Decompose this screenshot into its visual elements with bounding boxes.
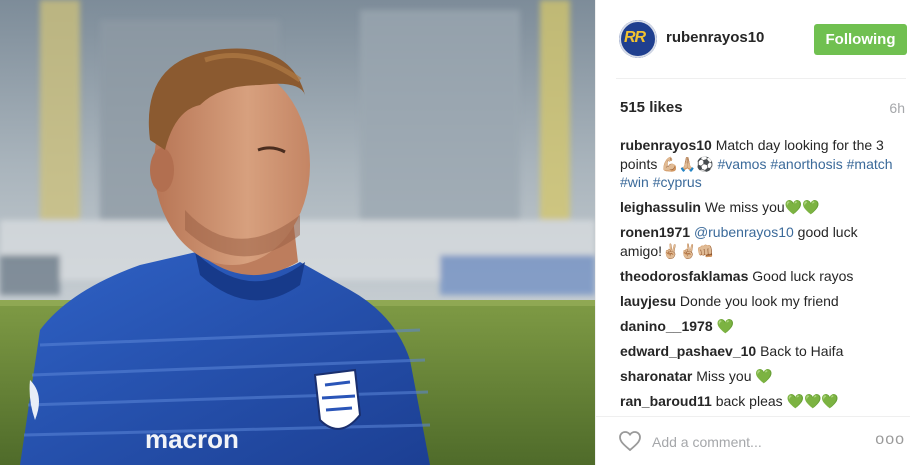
comment-item: danino__1978 💚 xyxy=(620,317,900,336)
like-count[interactable]: 515 likes xyxy=(620,99,683,116)
comment-item: ronen1971 @rubenrayos10 good luck amigo!… xyxy=(620,223,900,260)
comment-item: ran_baroud11 back pleas 💚💚💚 xyxy=(620,392,900,411)
comment-username[interactable]: danino__1978 xyxy=(620,318,713,334)
green-heart-emoji: 💚💚 xyxy=(784,199,820,215)
comment-username[interactable]: edward_pashaev_10 xyxy=(620,343,756,359)
add-comment-input[interactable] xyxy=(652,431,862,453)
hashtag[interactable]: #win xyxy=(620,174,649,190)
comment-item: lauyjesu Donde you look my friend xyxy=(620,292,900,311)
comment-text: Miss you xyxy=(696,367,752,384)
jersey-sponsor-text: macron xyxy=(145,424,239,454)
comment-list: rubenrayos10 Match day looking for the 3… xyxy=(620,136,900,417)
comment-mention[interactable]: @rubenrayos10 xyxy=(694,224,794,240)
post-header: RR rubenrayos10 Following xyxy=(596,0,910,78)
player-photo-illustration: macron xyxy=(0,0,595,465)
comment-username[interactable]: ronen1971 xyxy=(620,224,690,240)
caption: rubenrayos10 Match day looking for the 3… xyxy=(620,136,900,192)
hashtag[interactable]: #cyprus xyxy=(653,174,702,190)
green-heart-emoji: 💚💚💚 xyxy=(786,392,839,409)
comment-text: back pleas xyxy=(715,392,783,409)
comment-item: leighassulin We miss you💚💚 xyxy=(620,198,900,217)
comment-item: edward_pashaev_10 Back to Haifa xyxy=(620,342,900,361)
hashtag[interactable]: #anorthosis xyxy=(770,156,842,172)
author-username[interactable]: rubenrayos10 xyxy=(666,29,764,46)
comment-text: We miss you xyxy=(704,199,785,215)
comment-text: Donde you look my friend xyxy=(679,292,839,309)
hashtag[interactable]: #match xyxy=(847,156,893,172)
green-heart-emoji: 💚 xyxy=(716,317,734,334)
comment-bar: ooo xyxy=(596,416,910,465)
author-avatar[interactable]: RR xyxy=(619,20,657,58)
comment-text: Back to Haifa xyxy=(760,342,844,359)
comment-username[interactable]: lauyjesu xyxy=(620,293,676,309)
comment-text: Good luck rayos xyxy=(752,267,854,284)
following-button[interactable]: Following xyxy=(814,24,907,55)
comment-item: sharonatar Miss you 💚 xyxy=(620,367,900,386)
header-divider xyxy=(616,78,906,79)
comment-item: theodorosfaklamas Good luck rayos xyxy=(620,267,900,286)
post-timestamp[interactable]: 6h xyxy=(889,100,905,116)
heart-icon[interactable] xyxy=(618,429,642,453)
caption-username[interactable]: rubenrayos10 xyxy=(620,137,712,153)
comment-username[interactable]: sharonatar xyxy=(620,368,692,384)
more-options-icon[interactable]: ooo xyxy=(875,431,905,449)
comment-username[interactable]: leighassulin xyxy=(620,199,701,215)
post-details-panel: RR rubenrayos10 Following 515 likes 6h r… xyxy=(595,0,910,465)
hashtag[interactable]: #vamos xyxy=(717,156,766,172)
comment-username[interactable]: theodorosfaklamas xyxy=(620,268,748,284)
green-heart-emoji: 💚 xyxy=(755,367,773,384)
post-photo[interactable]: macron xyxy=(0,0,595,465)
comment-username[interactable]: ran_baroud11 xyxy=(620,393,712,409)
